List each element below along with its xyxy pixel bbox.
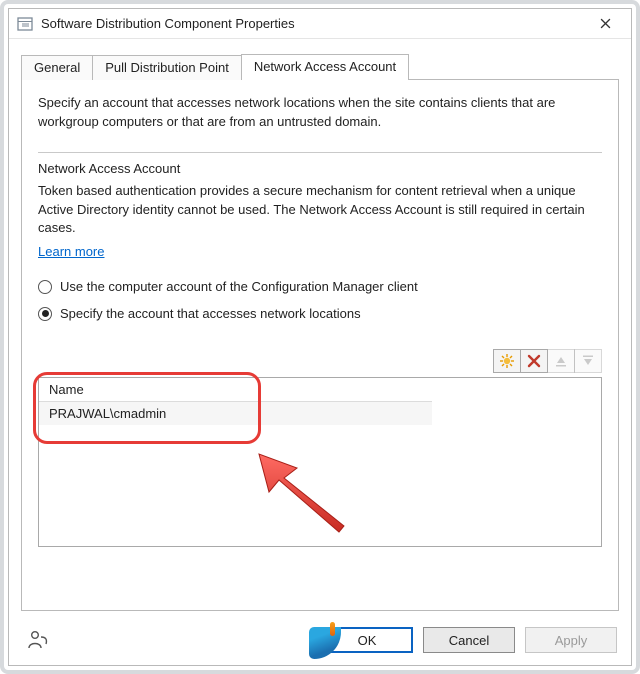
radio-use-computer-account[interactable]: Use the computer account of the Configur… <box>38 279 602 294</box>
window-sysicon <box>17 16 33 32</box>
tab-intro-text: Specify an account that accesses network… <box>38 94 602 132</box>
tab-content-network-access-account: Specify an account that accesses network… <box>21 79 619 611</box>
group-title: Network Access Account <box>38 161 602 176</box>
toolbar-movedown-button <box>574 349 602 373</box>
move-up-icon <box>554 354 568 368</box>
apply-button: Apply <box>525 627 617 653</box>
ok-button[interactable]: OK <box>321 627 413 653</box>
account-name-cell: PRAJWAL\cmadmin <box>39 402 432 426</box>
delete-x-icon <box>527 354 541 368</box>
window-title: Software Distribution Component Properti… <box>41 16 585 31</box>
toolbar-delete-button[interactable] <box>520 349 548 373</box>
accounts-listbox[interactable]: Name PRAJWAL\cmadmin <box>38 377 602 547</box>
tab-pull-distribution-point[interactable]: Pull Distribution Point <box>92 55 242 80</box>
sunburst-icon <box>499 353 515 369</box>
tab-network-access-account[interactable]: Network Access Account <box>241 54 409 80</box>
divider <box>38 152 602 153</box>
group-description: Token based authentication provides a se… <box>38 182 602 239</box>
move-down-icon <box>581 354 595 368</box>
tab-general[interactable]: General <box>21 55 93 80</box>
window-close-button[interactable] <box>585 11 625 37</box>
radio-label: Specify the account that accesses networ… <box>60 306 361 321</box>
toolbar-new-button[interactable] <box>493 349 521 373</box>
cancel-button[interactable]: Cancel <box>423 627 515 653</box>
related-items-icon[interactable] <box>27 628 49 653</box>
toolbar-moveup-button <box>547 349 575 373</box>
learn-more-link[interactable]: Learn more <box>38 244 602 259</box>
table-row[interactable]: PRAJWAL\cmadmin <box>39 402 432 426</box>
radio-icon <box>38 307 52 321</box>
radio-specify-account[interactable]: Specify the account that accesses networ… <box>38 306 602 321</box>
column-header-name[interactable]: Name <box>39 378 432 402</box>
radio-icon <box>38 280 52 294</box>
annotation-arrow-icon <box>239 448 359 538</box>
radio-label: Use the computer account of the Configur… <box>60 279 418 294</box>
